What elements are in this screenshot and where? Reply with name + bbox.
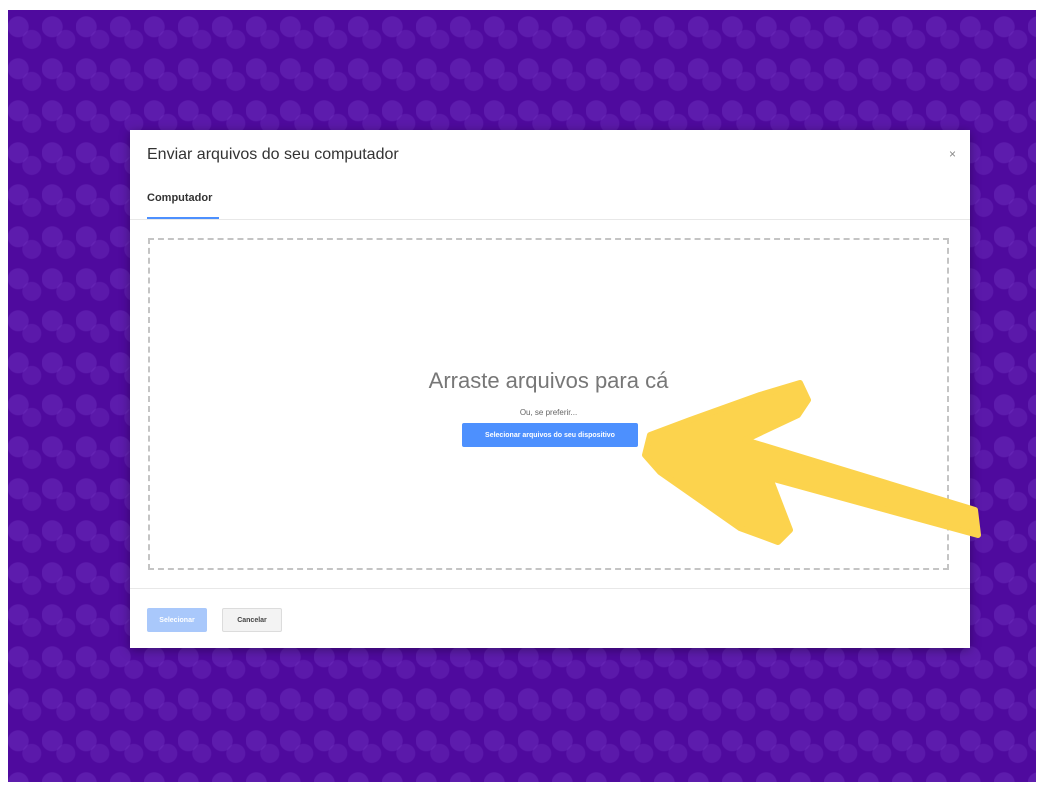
close-icon[interactable]: × — [949, 147, 956, 161]
footer-divider — [130, 588, 970, 589]
drop-zone-subtitle: Ou, se preferir... — [519, 408, 578, 417]
dialog-title: Enviar arquivos do seu computador — [147, 146, 399, 163]
select-button[interactable]: Selecionar — [147, 608, 207, 632]
cancel-button[interactable]: Cancelar — [222, 608, 282, 632]
tab-computador[interactable]: Computador — [147, 192, 212, 215]
drop-zone[interactable]: Arraste arquivos para cá Ou, se preferir… — [148, 238, 949, 570]
upload-dialog: Enviar arquivos do seu computador × Comp… — [130, 130, 970, 648]
select-files-button[interactable]: Selecionar arquivos do seu dispositivo — [462, 423, 638, 447]
drop-zone-title: Arraste arquivos para cá — [428, 368, 669, 393]
tabs-divider — [130, 219, 970, 220]
